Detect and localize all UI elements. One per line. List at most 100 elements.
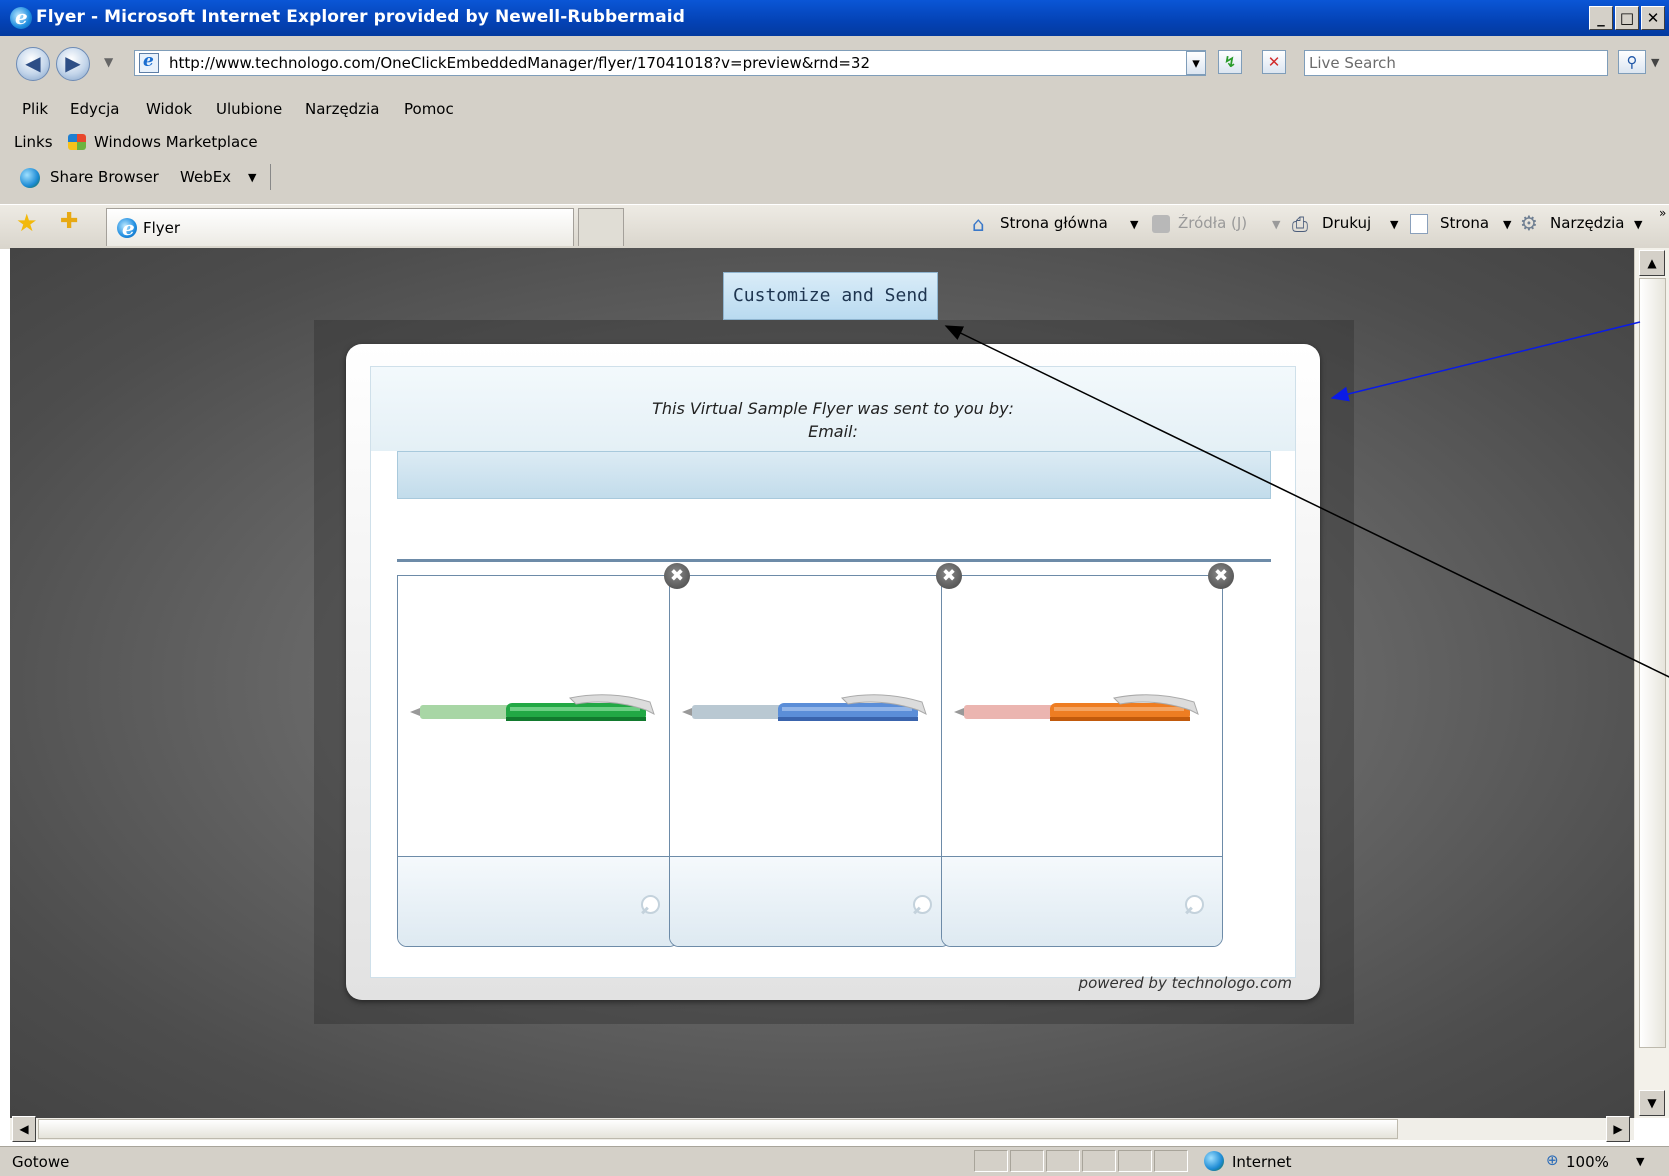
security-zone[interactable]: Internet xyxy=(1232,1153,1292,1171)
product-card-footer xyxy=(942,856,1222,946)
status-cell xyxy=(1046,1150,1080,1172)
zoom-magnifier-icon: ⊕ xyxy=(1546,1151,1559,1169)
menu-tools[interactable]: Narzędzia xyxy=(305,100,379,118)
zoom-icon[interactable] xyxy=(1182,895,1204,921)
menu-help[interactable]: Pomoc xyxy=(404,100,454,118)
menu-file[interactable]: Plik xyxy=(22,100,48,118)
menu-edit[interactable]: Edycja xyxy=(70,100,119,118)
history-dropdown-icon[interactable]: ▼ xyxy=(104,55,113,69)
forward-button[interactable]: ▶ xyxy=(56,47,90,81)
email-label: Email: xyxy=(808,422,858,441)
zoom-icon[interactable] xyxy=(638,895,660,921)
product-card-footer xyxy=(670,856,950,946)
print-dropdown-icon[interactable]: ▼ xyxy=(1390,218,1398,231)
webex-dropdown-icon[interactable]: ▼ xyxy=(248,171,256,184)
sent-by-text: This Virtual Sample Flyer was sent to yo… xyxy=(652,399,1014,418)
menu-view[interactable]: Widok xyxy=(146,100,192,118)
add-favorite-icon[interactable]: ✚ xyxy=(60,209,78,234)
message-bar xyxy=(397,451,1271,499)
remove-product-button[interactable]: ✖ xyxy=(664,563,690,589)
status-cell xyxy=(974,1150,1008,1172)
print-button[interactable]: Drukuj xyxy=(1322,214,1371,232)
address-bar[interactable]: http://www.technologo.com/OneClickEmbedd… xyxy=(134,50,1206,76)
status-text: Gotowe xyxy=(12,1153,70,1171)
product-card[interactable] xyxy=(941,575,1223,947)
tab-flyer[interactable]: Flyer xyxy=(106,208,574,246)
horizontal-scroll-thumb[interactable] xyxy=(38,1119,1398,1139)
links-label[interactable]: Links xyxy=(14,133,53,151)
page-menu-button[interactable]: Strona xyxy=(1440,214,1489,232)
product-pen-image[interactable] xyxy=(410,680,660,740)
page-menu-icon xyxy=(1410,214,1428,234)
search-options-icon[interactable]: ▼ xyxy=(1651,56,1659,69)
feeds-icon xyxy=(1152,215,1170,233)
product-pen-image[interactable] xyxy=(682,680,932,740)
remove-product-button[interactable]: ✖ xyxy=(1208,563,1234,589)
product-card-footer xyxy=(398,856,678,946)
status-cell xyxy=(1118,1150,1152,1172)
search-button[interactable]: ⚲ xyxy=(1618,50,1646,74)
window-title: Flyer - Microsoft Internet Explorer prov… xyxy=(36,7,685,27)
stop-button[interactable]: ✕ xyxy=(1262,50,1286,74)
tab-ie-icon xyxy=(117,216,137,240)
status-cell xyxy=(1010,1150,1044,1172)
maximize-button[interactable]: □ xyxy=(1615,6,1639,30)
internet-zone-icon xyxy=(1204,1151,1224,1171)
minimize-button[interactable]: _ xyxy=(1589,6,1613,30)
address-dropdown-button[interactable]: ▾ xyxy=(1186,51,1206,75)
zoom-level[interactable]: 100% xyxy=(1566,1153,1609,1171)
powered-by-text[interactable]: powered by technologo.com xyxy=(1079,974,1292,992)
address-url[interactable]: http://www.technologo.com/OneClickEmbedd… xyxy=(169,54,870,72)
feeds-button[interactable]: Źródła (J) xyxy=(1178,214,1247,232)
horizontal-scrollbar[interactable]: ◀ ▶ xyxy=(10,1116,1634,1142)
search-input[interactable]: Live Search xyxy=(1304,50,1608,76)
page-viewport: Customize and Send This Virtual Sample F… xyxy=(10,248,1634,1118)
divider xyxy=(397,559,1271,562)
refresh-button[interactable]: ↯ xyxy=(1218,50,1242,74)
feeds-dropdown-icon[interactable]: ▼ xyxy=(1272,218,1280,231)
flyer-header: This Virtual Sample Flyer was sent to yo… xyxy=(371,367,1295,451)
window-title-bar[interactable]: Flyer - Microsoft Internet Explorer prov… xyxy=(0,0,1669,36)
customize-and-send-button[interactable]: Customize and Send xyxy=(723,272,938,320)
zoom-icon[interactable] xyxy=(910,895,932,921)
tools-menu-button[interactable]: Narzędzia xyxy=(1550,214,1624,232)
back-button[interactable]: ◀ xyxy=(16,47,50,81)
home-icon[interactable]: ⌂ xyxy=(972,212,985,236)
status-cell xyxy=(1154,1150,1188,1172)
scroll-left-button[interactable]: ◀ xyxy=(12,1116,36,1142)
page-icon xyxy=(139,51,159,73)
favorites-star-icon[interactable]: ★ xyxy=(16,209,38,237)
product-card[interactable] xyxy=(397,575,679,947)
windows-marketplace-link[interactable]: Windows Marketplace xyxy=(94,133,258,151)
vertical-scrollbar[interactable]: ▲ ▼ xyxy=(1634,248,1669,1118)
tab-title: Flyer xyxy=(143,219,181,237)
vertical-scroll-thumb[interactable] xyxy=(1639,278,1666,1048)
home-button[interactable]: Strona główna xyxy=(1000,214,1108,232)
ie-logo-icon xyxy=(10,5,32,29)
windows-logo-icon xyxy=(68,134,86,150)
scroll-right-button[interactable]: ▶ xyxy=(1606,1116,1630,1142)
flyer-panel: This Virtual Sample Flyer was sent to yo… xyxy=(346,344,1320,1000)
product-card[interactable] xyxy=(669,575,951,947)
webex-button[interactable]: WebEx xyxy=(180,168,231,186)
product-pen-image[interactable] xyxy=(954,680,1204,740)
print-icon: ⎙ xyxy=(1292,212,1308,236)
remove-product-button[interactable]: ✖ xyxy=(936,563,962,589)
tools-dropdown-icon[interactable]: ▼ xyxy=(1634,218,1642,231)
page-dropdown-icon[interactable]: ▼ xyxy=(1503,218,1511,231)
share-browser-icon xyxy=(20,168,40,188)
new-tab-button[interactable] xyxy=(578,208,624,246)
share-browser-button[interactable]: Share Browser xyxy=(50,168,159,186)
zoom-dropdown-icon[interactable]: ▼ xyxy=(1636,1155,1644,1168)
menu-favorites[interactable]: Ulubione xyxy=(216,100,282,118)
scroll-up-button[interactable]: ▲ xyxy=(1639,250,1665,276)
close-window-button[interactable]: ✕ xyxy=(1641,6,1665,30)
toolbar-overflow-icon[interactable]: » xyxy=(1659,206,1666,220)
scroll-down-button[interactable]: ▼ xyxy=(1639,1090,1665,1116)
status-cell xyxy=(1082,1150,1116,1172)
tools-gear-icon: ⚙ xyxy=(1520,211,1538,235)
flyer-inner: This Virtual Sample Flyer was sent to yo… xyxy=(370,366,1296,978)
toolbar-separator xyxy=(270,164,271,190)
status-bar: Gotowe Internet ⊕ 100% ▼ xyxy=(0,1146,1669,1176)
home-dropdown-icon[interactable]: ▼ xyxy=(1130,218,1138,231)
